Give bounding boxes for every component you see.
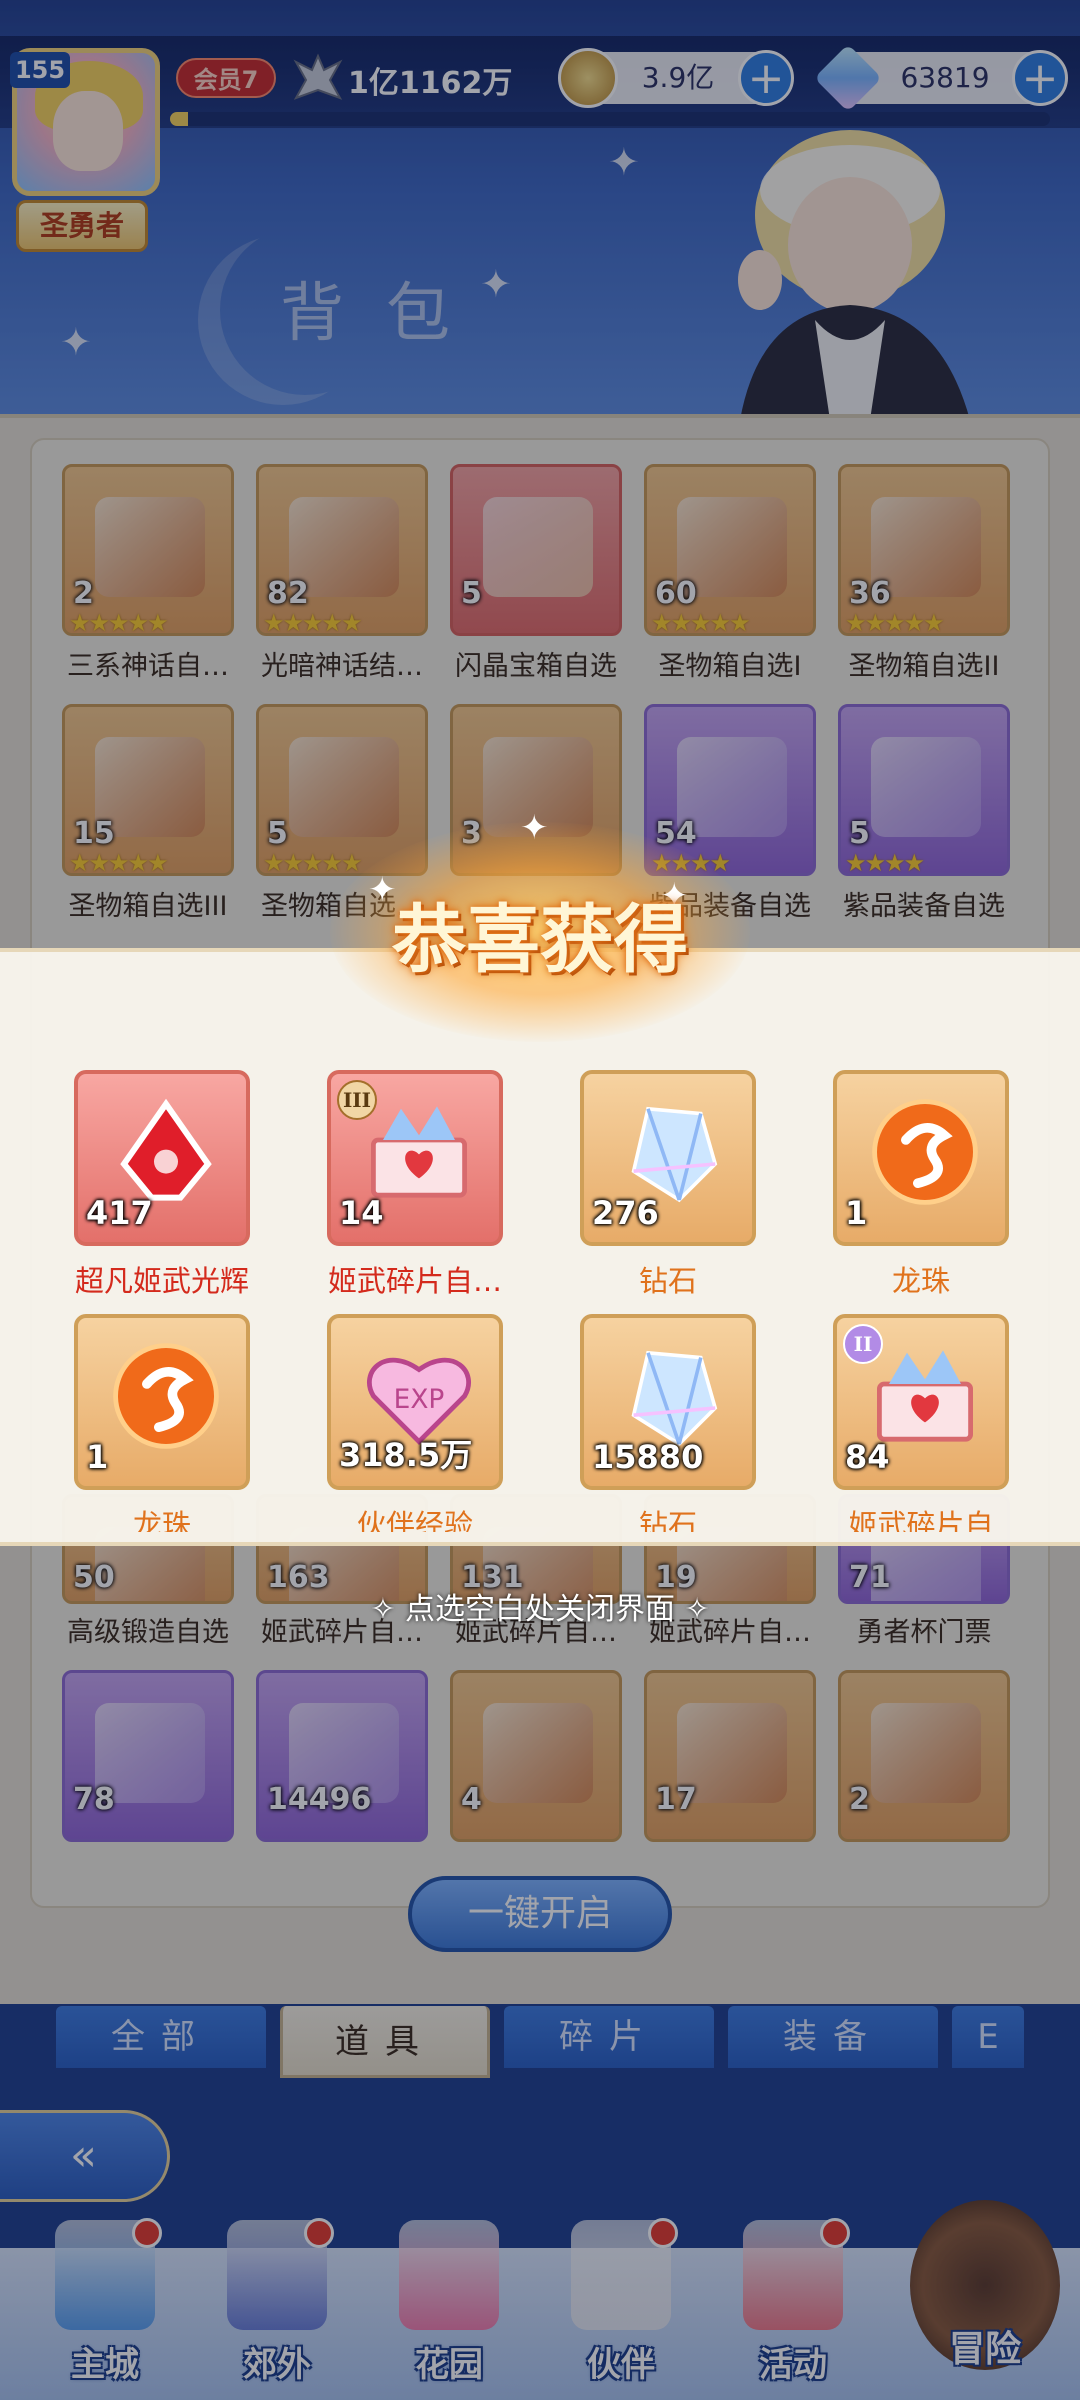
close-hint-label: 点选空白处关闭界面 — [405, 1592, 675, 1627]
reward-count: 417 — [86, 1194, 153, 1232]
dragon-orb-icon — [865, 1092, 985, 1212]
reward-label: 姬武碎片自… — [327, 1264, 502, 1298]
reward-label: 超凡姬武光辉 — [74, 1264, 249, 1298]
reward-modal-title: 恭喜获得 — [392, 897, 688, 983]
reward-label: 伙伴经验 — [356, 1508, 473, 1532]
reward-slot[interactable]: II 84 — [833, 1314, 1009, 1490]
reward-count: 1 — [845, 1194, 868, 1232]
reward-slot[interactable]: 1 — [74, 1314, 250, 1490]
sparkle-decoration: ✦ — [520, 808, 549, 848]
reward-label: 姬武碎片自 — [848, 1508, 994, 1532]
reward-count: 14 — [339, 1194, 384, 1232]
reward-label: 钻石 — [638, 1264, 697, 1298]
grade-badge: III — [337, 1080, 377, 1120]
reward-label: 钻石 — [638, 1508, 697, 1532]
grade-badge: II — [843, 1324, 883, 1364]
reward-slot[interactable]: III 14 — [327, 1070, 503, 1246]
reward-label: 龙珠 — [132, 1508, 191, 1532]
reward-slot[interactable]: 1 — [833, 1070, 1009, 1246]
close-hint-text: ✧ 点选空白处关闭界面 ✧ — [330, 1584, 750, 1628]
reward-label: 龙珠 — [891, 1264, 950, 1298]
reward-count: 84 — [845, 1438, 890, 1476]
sparkle-right-icon: ✧ — [675, 1592, 710, 1627]
reward-slot[interactable]: 15880 — [580, 1314, 756, 1490]
dragon-orb-icon — [106, 1336, 226, 1456]
reward-count: 276 — [592, 1194, 659, 1232]
reward-slot[interactable]: EXP 318.5万 — [327, 1314, 503, 1490]
reward-slot[interactable]: 276 — [580, 1070, 756, 1246]
reward-count: 318.5万 — [339, 1436, 473, 1474]
sparkle-left-icon: ✧ — [370, 1592, 405, 1627]
reward-slot[interactable]: 417 — [74, 1070, 250, 1246]
svg-text:EXP: EXP — [394, 1384, 445, 1415]
reward-count: 15880 — [592, 1438, 704, 1476]
reward-count: 1 — [86, 1438, 109, 1476]
